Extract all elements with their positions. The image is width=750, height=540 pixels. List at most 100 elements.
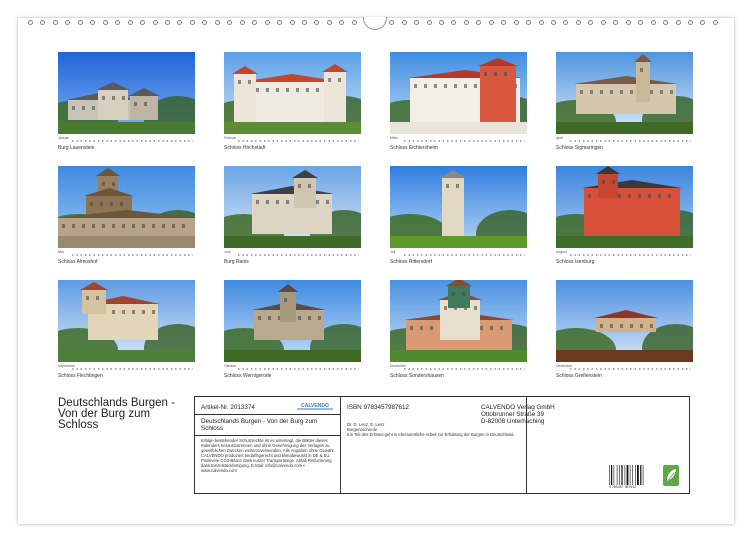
photo-caption: Schloss Wernigerode — [224, 373, 272, 379]
castle-photo — [58, 166, 195, 248]
month-cell: Dezember Schloss Greifenstein — [556, 280, 693, 379]
month-calendar-strip: April — [556, 136, 693, 144]
binding-ring — [526, 20, 532, 25]
month-name: Oktober — [224, 364, 237, 368]
binding-ring — [451, 20, 457, 25]
month-calendar-strip: Oktober — [224, 364, 361, 372]
month-calendar-strip: August — [556, 250, 693, 258]
day-numbers — [72, 254, 193, 256]
month-photo — [390, 52, 527, 134]
binding-ring — [563, 20, 569, 25]
month-name: Februar — [224, 136, 237, 140]
castle-photo — [556, 52, 693, 134]
month-cell: April Schloss Sigmaringen — [556, 52, 693, 151]
day-numbers — [72, 140, 193, 142]
month-photo — [556, 52, 693, 134]
binding-ring — [102, 20, 108, 25]
month-cell: März Schloss Eichtersheim — [390, 52, 527, 151]
barcode-number: 9 783457 987612 — [609, 485, 637, 489]
photo-caption: Schloss Greifenstein — [556, 373, 602, 379]
binding-ring — [289, 20, 295, 25]
binding-ring — [326, 20, 332, 25]
binding-ring — [52, 20, 58, 25]
month-name: März — [390, 136, 398, 140]
photo-caption: Schloss Isenburg — [556, 259, 595, 265]
binding-ring — [700, 20, 706, 25]
binding-ring — [214, 20, 220, 25]
month-cell: Juli Schloss Rittersdorf — [390, 166, 527, 265]
month-cell: November Schloss Sondershausen — [390, 280, 527, 379]
binding-ring — [152, 20, 158, 25]
month-photo — [58, 280, 195, 362]
binding-ring — [314, 20, 320, 25]
day-numbers — [570, 254, 691, 256]
binding-ring — [28, 20, 33, 25]
info-column-publisher: CALVENDO Verlag GmbH Ottobrunner Straße … — [481, 397, 689, 493]
month-calendar-strip: Juni — [224, 250, 361, 258]
castle-photo — [556, 280, 693, 362]
binding-ring — [301, 20, 307, 25]
article-number: Artikel-Nr. 2013374 — [201, 404, 255, 411]
photo-caption: Burg Ranis — [224, 259, 249, 265]
month-photo — [390, 280, 527, 362]
month-photo — [390, 166, 527, 248]
binding-ring — [277, 20, 283, 25]
barcode-bars — [609, 465, 644, 485]
month-photo — [58, 52, 195, 134]
binding-ring — [339, 20, 345, 25]
month-name: August — [556, 250, 567, 254]
product-title: Deutschlands Burgen - Von der Burg zum S… — [201, 418, 318, 432]
binding-ring — [401, 20, 407, 25]
photo-caption: Schloss Almoshof — [58, 259, 98, 265]
publisher-street: Ottobrunner Straße 39 — [481, 411, 545, 418]
calvendo-logo: CALVENDO — [297, 403, 333, 410]
month-name: Juli — [390, 250, 396, 254]
binding-ring — [40, 20, 46, 25]
photo-caption: Burg Lauenstein — [58, 145, 95, 151]
binding-ring — [140, 20, 146, 25]
month-name: Mai — [58, 250, 64, 254]
binding-ring — [164, 20, 170, 25]
day-numbers — [404, 140, 525, 142]
month-calendar-strip: Juli — [390, 250, 527, 258]
month-cell: Mai Schloss Almoshof — [58, 166, 195, 265]
day-numbers — [238, 140, 359, 142]
month-cell: Juni Burg Ranis — [224, 166, 361, 265]
photo-caption: Schloss Flechtingen — [58, 373, 103, 379]
month-photo — [224, 52, 361, 134]
binding-ring — [438, 20, 444, 25]
month-name: Januar — [58, 136, 69, 140]
binding-ring — [77, 20, 83, 25]
month-photo — [224, 280, 361, 362]
publisher-city: D-82008 Unterhaching — [481, 418, 545, 425]
binding-ring — [638, 20, 644, 25]
castle-photo — [224, 166, 361, 248]
castle-photo — [390, 52, 527, 134]
binding-ring — [463, 20, 469, 25]
binding-ring — [663, 20, 669, 25]
day-numbers — [238, 254, 359, 256]
binding-ring — [414, 20, 420, 25]
eco-leaf-icon — [663, 465, 679, 486]
castle-photo — [556, 166, 693, 248]
divider — [195, 435, 340, 436]
barcode — [609, 465, 645, 485]
binding-ring — [538, 20, 544, 25]
binding-ring — [675, 20, 681, 25]
binding-ring — [252, 20, 258, 25]
photo-caption: Schloss Rittersdorf — [390, 259, 432, 265]
calendar-title: Deutschlands Burgen - Von der Burg zum S… — [58, 397, 175, 431]
month-calendar-strip: Dezember — [556, 364, 693, 372]
month-photo — [556, 280, 693, 362]
castle-photo — [390, 280, 527, 362]
binding-ring — [488, 20, 494, 25]
castle-photo — [58, 280, 195, 362]
publisher-name: CALVENDO Verlag GmbH — [481, 404, 555, 411]
day-numbers — [238, 368, 359, 370]
month-cell: August Schloss Isenburg — [556, 166, 693, 265]
month-name: April — [556, 136, 564, 140]
month-cell: Oktober Schloss Wernigerode — [224, 280, 361, 379]
month-calendar-strip: Januar — [58, 136, 195, 144]
day-numbers — [404, 254, 525, 256]
month-photo — [58, 166, 195, 248]
